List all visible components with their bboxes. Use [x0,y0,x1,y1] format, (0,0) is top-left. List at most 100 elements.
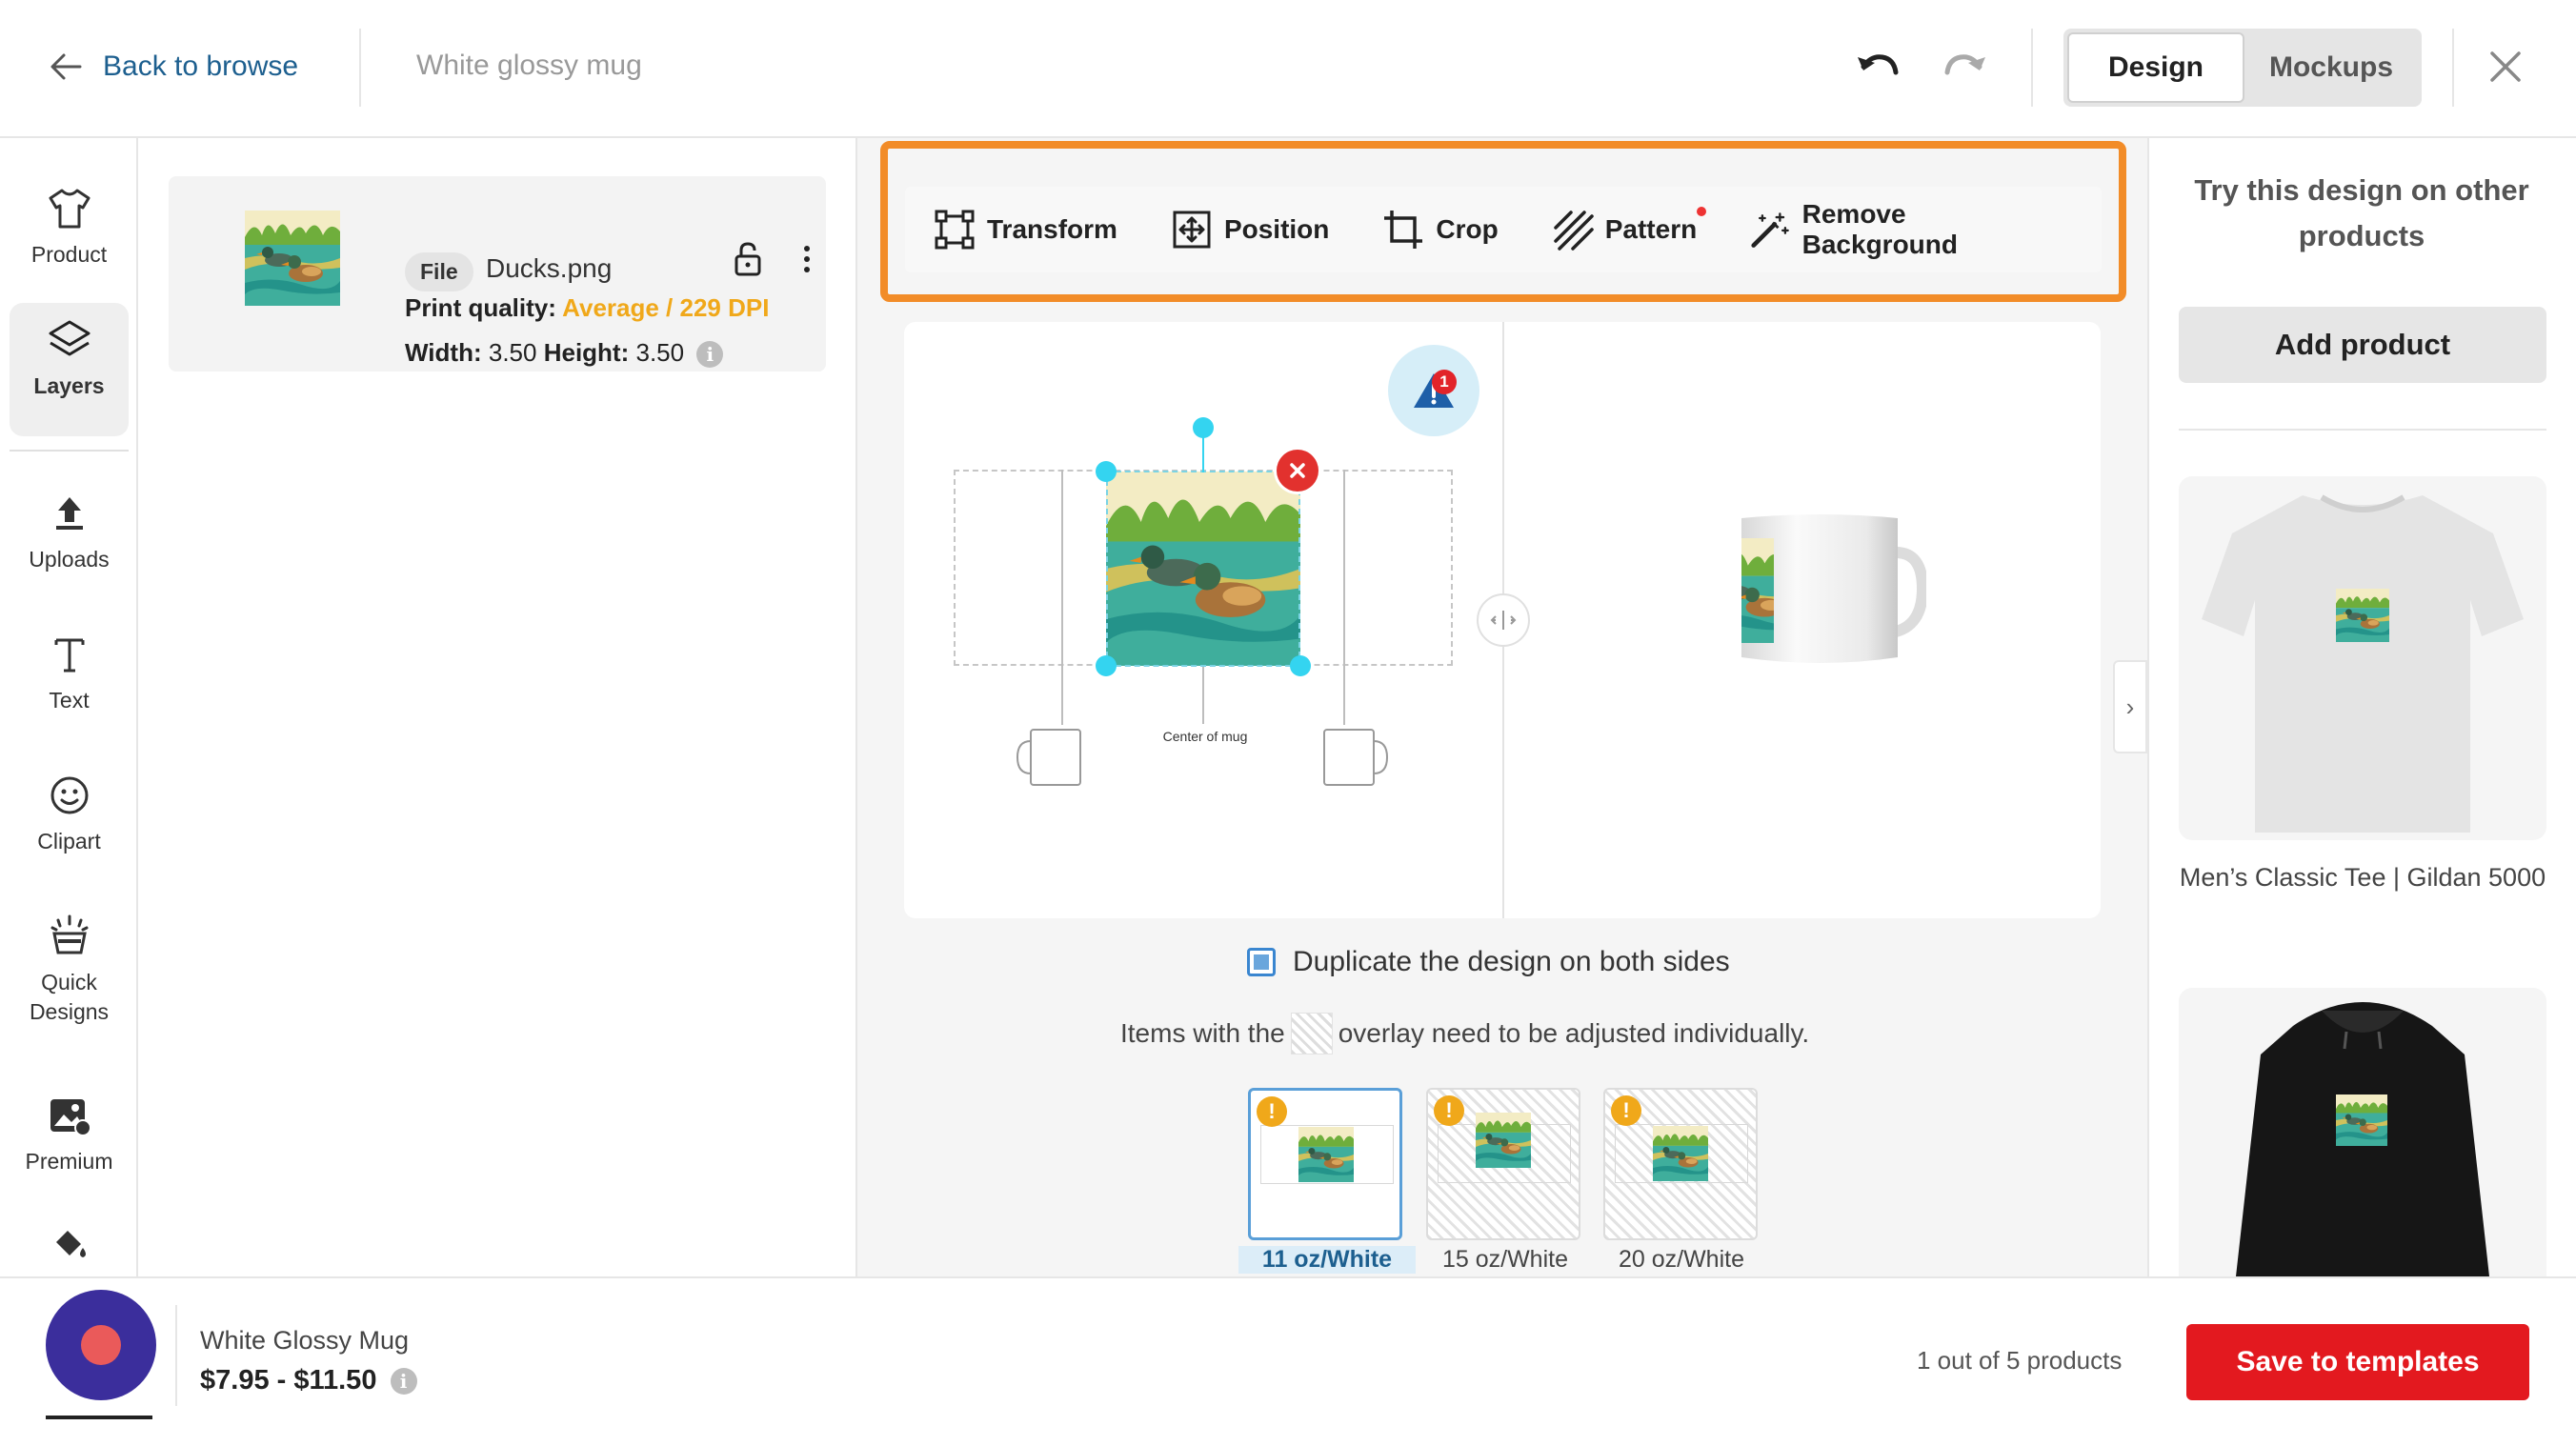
sidebar-item-product[interactable]: Product [10,171,129,276]
variant-thumbnail[interactable]: ! [1426,1088,1580,1240]
resize-handle-bottom-right[interactable] [1290,655,1311,676]
warning-icon: ! [1434,1095,1464,1126]
sidebar-item-label: Product [30,242,108,267]
chevron-right-icon: › [2125,692,2135,721]
sidebar-item-label: Uploads [29,547,110,572]
sidebar-item-clipart[interactable]: Clipart [10,758,129,863]
warning-icon: ! [1611,1095,1641,1126]
tab-design[interactable]: Design [2067,32,2244,103]
tshirt-mockup-image [2202,494,2524,833]
overlay-note-after: overlay need to be adjusted individually… [1338,1018,1810,1048]
variant-label[interactable]: 20 oz/White [1593,1246,1770,1274]
crop-button[interactable]: Crop [1382,209,1499,251]
variant-thumbnail[interactable]: ! [1248,1088,1402,1240]
undo-icon [1858,54,1899,75]
position-button[interactable]: Position [1171,209,1329,251]
sidebar-item-label: Premium [25,1149,113,1174]
lock-button[interactable] [733,241,763,277]
transform-button[interactable]: Transform [934,209,1117,251]
price-range: $7.95 - $11.50 i [200,1365,417,1396]
tab-mockups[interactable]: Mockups [2244,32,2418,103]
product-count: 1 out of 5 products [1917,1346,2123,1375]
layers-icon [47,318,92,362]
sidebar-item-label: Quick Designs [29,970,110,1025]
pattern-button[interactable]: Pattern [1552,207,1707,251]
resize-horizontal-icon [1490,611,1517,630]
price-value: $7.95 - $11.50 [200,1365,377,1396]
active-indicator [46,1416,152,1419]
transform-icon [935,210,975,250]
sidebar-item-label: Layers [33,373,105,398]
mug-left-icon [1016,729,1081,786]
hoodie-mockup-image [2236,1002,2489,1276]
variant-thumbnail[interactable]: ! [1603,1088,1758,1240]
save-to-templates-button[interactable]: Save to templates [2186,1324,2529,1400]
close-icon [2490,51,2521,82]
sidebar-item-label: Text [49,688,90,713]
sidebar-item-text[interactable]: Text [10,617,129,722]
sidebar-item-premium[interactable]: Premium [10,1078,129,1183]
divider [175,1305,177,1406]
arrow-left-icon [50,52,82,81]
mug-seam-line [1343,470,1345,725]
magic-wand-icon [1751,212,1790,248]
print-quality-label: Print quality: [405,293,556,322]
warning-icon: ! [1257,1096,1287,1127]
selection-box[interactable] [1106,471,1300,667]
back-to-browse-link[interactable]: Back to browse [50,44,298,90]
width-value: 3.50 [488,338,537,367]
duplicate-checkbox[interactable] [1247,948,1276,976]
layer-dimensions: Width: 3.50 Height: 3.50 i [405,338,724,369]
undo-button[interactable] [1854,46,1902,88]
upload-icon [47,492,92,535]
redo-icon [1944,54,1985,75]
document-title: White glossy mug [416,50,642,81]
info-icon[interactable]: i [390,1368,417,1396]
mug-seam-line [1061,470,1063,725]
print-warning-button[interactable] [1388,345,1479,436]
product-card-tee[interactable] [2179,476,2546,840]
duplicate-both-sides-option[interactable]: Duplicate the design on both sides [1247,946,1730,978]
sidebar-item-uploads[interactable]: Uploads [10,476,129,581]
text-icon [47,633,92,676]
other-products-title: Try this design on other products [2194,173,2529,253]
layer-card[interactable]: File Ducks.png Print quality: Average / … [169,176,826,372]
tool-label: Transform [987,214,1117,244]
redo-button[interactable] [1942,46,1989,88]
close-button[interactable] [2486,48,2525,86]
delete-layer-button[interactable] [1277,450,1318,492]
sidebar-item-fill[interactable] [10,1214,129,1271]
product-name: White Glossy Mug [200,1326,410,1355]
chat-assistant-button[interactable] [46,1290,156,1400]
variant-design-image [1298,1127,1354,1182]
mug-mockup-preview [1741,514,1926,663]
center-of-mug-label: Center of mug [1162,729,1248,744]
mug-right-icon [1323,729,1389,786]
sidebar-item-layers[interactable]: Layers [10,303,129,436]
resize-handle-top-left[interactable] [1096,461,1117,482]
divider [2452,29,2454,107]
expand-panel-toggle[interactable]: › [2113,660,2147,753]
rotate-handle[interactable] [1193,417,1214,438]
product-card-hoodie[interactable] [2179,988,2546,1276]
record-dot-icon [81,1325,121,1365]
info-icon[interactable]: i [696,341,724,369]
variant-label[interactable]: 11 oz/White [1238,1246,1416,1274]
variant-label[interactable]: 15 oz/White [1417,1246,1594,1274]
resize-handle-bottom-left[interactable] [1096,655,1117,676]
divider [2179,429,2546,431]
layer-file-name: Ducks.png [486,253,613,283]
product-card-title[interactable]: Men’s Classic Tee | Gildan 5000 [2179,857,2546,898]
paint-bucket-icon [47,1225,92,1263]
sidebar-item-quick-designs[interactable]: Quick Designs [10,899,129,1042]
back-label[interactable]: Back to browse [103,50,298,83]
split-view-handle[interactable] [1477,593,1530,647]
divider [359,29,361,107]
duplicate-label: Duplicate the design on both sides [1293,946,1730,977]
layer-menu-button[interactable] [801,245,813,273]
shirt-icon [47,187,92,231]
remove-background-button[interactable]: Remove Background [1750,199,2048,260]
overlay-note-before: Items with the [1120,1018,1285,1048]
add-product-button[interactable]: Add product [2179,307,2546,383]
sidebar-item-label: Clipart [37,829,101,854]
